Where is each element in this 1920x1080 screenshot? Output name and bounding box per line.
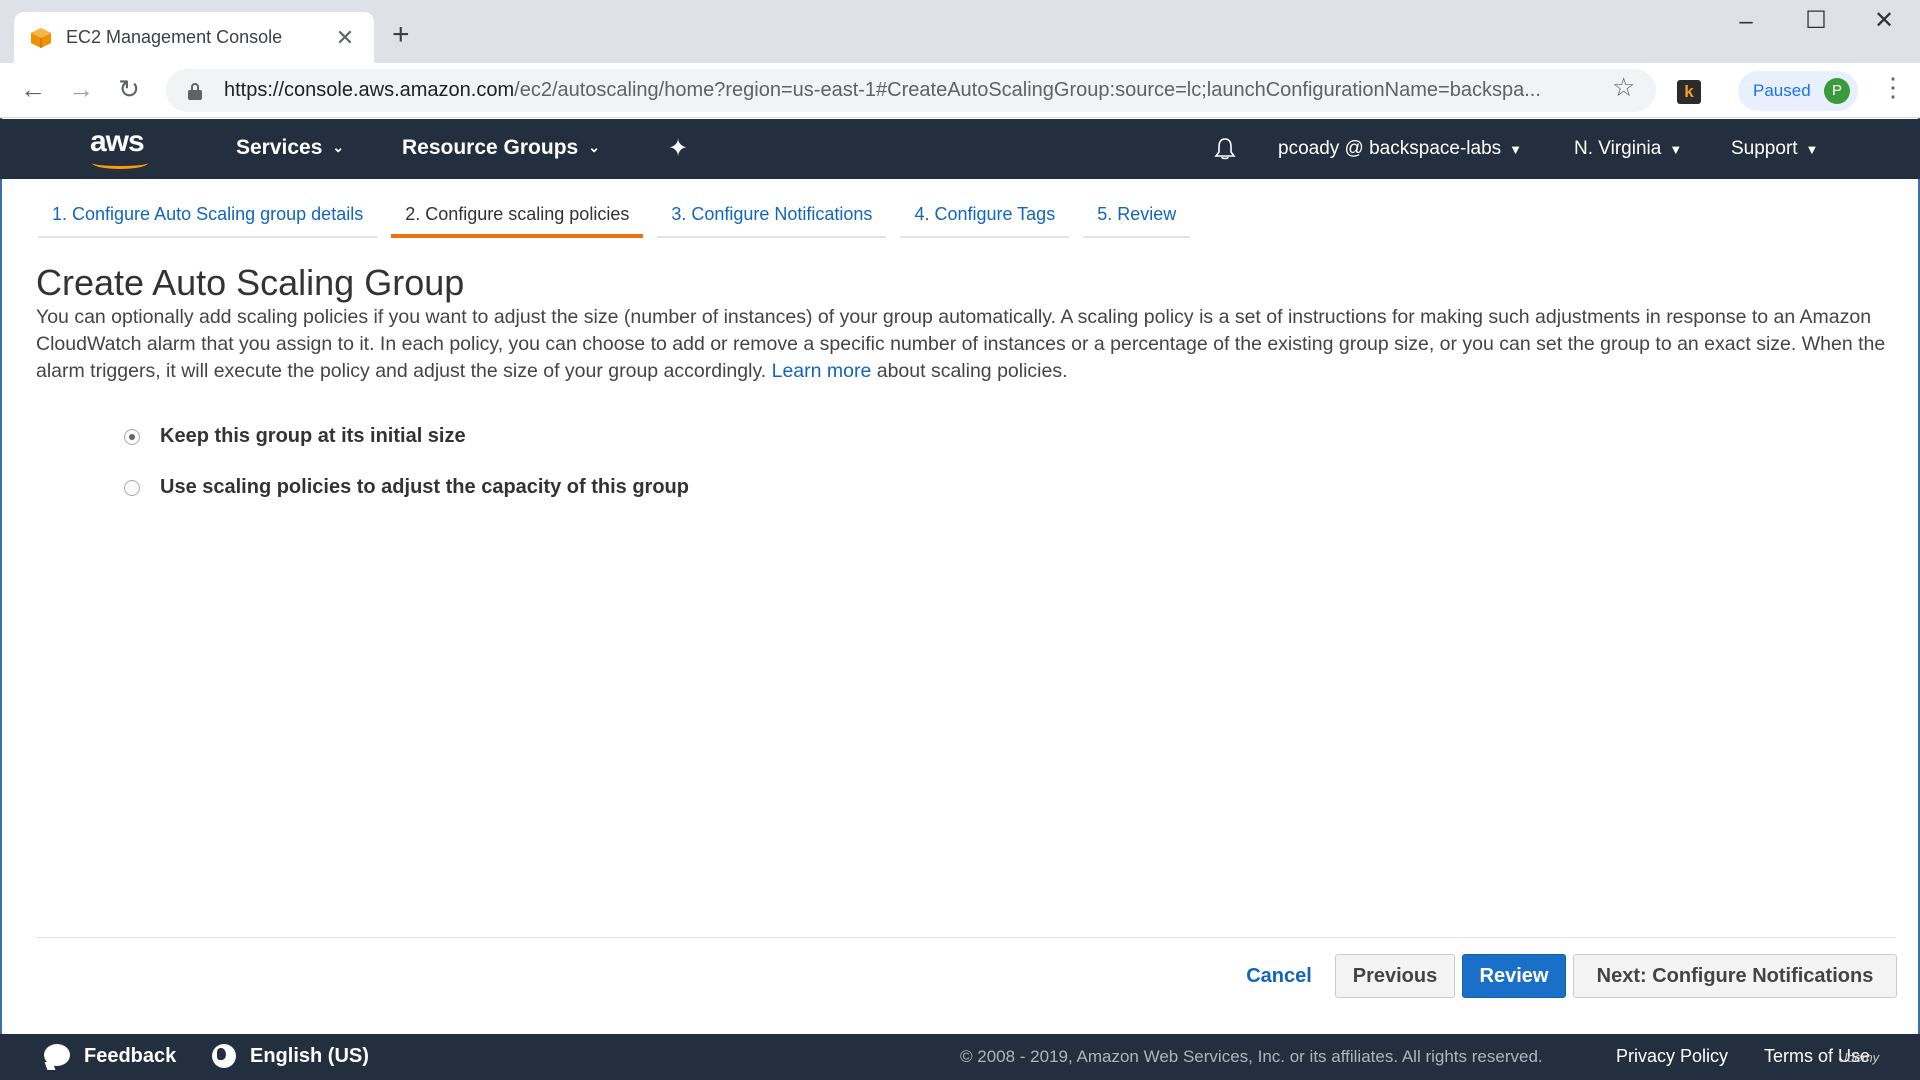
option-keep-initial-size[interactable]: Keep this group at its initial size (124, 425, 466, 448)
divider (36, 937, 1896, 938)
avatar: P (1824, 78, 1850, 104)
aws-top-nav: aws Services ⌄ Resource Groups ⌄ ✦ pcoady … (0, 119, 1920, 179)
radio-use-scaling-policies[interactable] (124, 479, 140, 496)
aws-smile-icon (92, 157, 148, 169)
radio-keep-initial-size[interactable] (124, 428, 140, 445)
close-window-icon[interactable]: ✕ (1864, 6, 1904, 35)
new-tab-icon[interactable]: + (392, 20, 410, 50)
lock-icon (188, 82, 202, 100)
chrome-menu-icon[interactable]: ⋮ (1880, 72, 1906, 103)
support-menu[interactable]: Support ▼ (1731, 138, 1818, 160)
reload-icon[interactable]: ↻ (112, 74, 146, 105)
chevron-down-icon: ▼ (1509, 142, 1523, 157)
address-bar[interactable]: https://console.aws.amazon.com/ec2/autos… (166, 69, 1656, 112)
page-title: Create Auto Scaling Group (36, 262, 465, 303)
udemy-watermark: Udemy (1838, 1050, 1880, 1065)
option-use-scaling-policies[interactable]: Use scaling policies to adjust the capac… (124, 476, 689, 499)
account-menu[interactable]: pcoady @ backspace-labs ▼ (1278, 138, 1522, 160)
option-label: Use scaling policies to adjust the capac… (160, 476, 689, 498)
services-menu[interactable]: Services ⌄ (236, 136, 344, 160)
aws-logo[interactable]: aws (90, 125, 154, 171)
tab-title: EC2 Management Console (66, 27, 283, 47)
url-text: https://console.aws.amazon.com/ec2/autos… (224, 79, 1541, 101)
minimize-icon[interactable]: – (1726, 8, 1766, 36)
profile-paused-button[interactable]: Paused P (1738, 71, 1858, 111)
back-arrow-icon[interactable]: ← (16, 74, 50, 105)
step-configure-tags[interactable]: 4. Configure Tags (900, 196, 1070, 238)
previous-button[interactable]: Previous (1335, 954, 1455, 998)
feedback-link[interactable]: Feedback (84, 1045, 176, 1068)
pin-icon[interactable]: ✦ (668, 134, 688, 163)
privacy-policy-link[interactable]: Privacy Policy (1616, 1046, 1728, 1067)
region-menu[interactable]: N. Virginia ▼ (1574, 138, 1682, 160)
aws-footer: Feedback English (US) © 2008 - 2019, Ama… (0, 1034, 1920, 1080)
wizard-steps: 1. Configure Auto Scaling group details … (38, 196, 1204, 238)
language-selector[interactable]: English (US) (250, 1045, 369, 1068)
copyright-text: © 2008 - 2019, Amazon Web Services, Inc.… (960, 1047, 1543, 1066)
aws-box-icon (31, 27, 51, 48)
option-label: Keep this group at its initial size (160, 425, 466, 447)
step-configure-notifications[interactable]: 3. Configure Notifications (657, 196, 887, 238)
paused-label: Paused (1753, 81, 1811, 100)
chevron-down-icon: ▼ (1805, 142, 1819, 157)
learn-more-link[interactable]: Learn more (772, 360, 872, 382)
resource-groups-menu[interactable]: Resource Groups ⌄ (402, 136, 600, 160)
extension-k-icon[interactable]: k (1677, 80, 1701, 104)
next-configure-notifications-button[interactable]: Next: Configure Notifications (1573, 954, 1897, 998)
review-button[interactable]: Review (1462, 954, 1566, 998)
globe-icon[interactable] (212, 1044, 236, 1068)
maximize-icon[interactable]: ☐ (1796, 6, 1836, 35)
browser-tab[interactable]: EC2 Management Console ✕ (14, 12, 374, 63)
forward-arrow-icon[interactable]: → (64, 74, 98, 105)
browser-toolbar: ← → ↻ https://console.aws.amazon.com/ec2… (0, 63, 1920, 118)
step-configure-scaling-policies[interactable]: 2. Configure scaling policies (391, 196, 644, 238)
browser-tab-strip: EC2 Management Console ✕ + – ☐ ✕ (0, 0, 1920, 63)
page-description: You can optionally add scaling policies … (36, 306, 1886, 382)
close-tab-icon[interactable]: ✕ (332, 25, 358, 51)
feedback-bubble-icon[interactable] (44, 1044, 70, 1066)
chevron-down-icon: ▼ (1669, 142, 1683, 157)
cancel-button[interactable]: Cancel (1236, 954, 1322, 998)
chevron-down-icon: ⌄ (588, 139, 600, 155)
step-configure-details[interactable]: 1. Configure Auto Scaling group details (38, 196, 378, 238)
step-review[interactable]: 5. Review (1083, 196, 1191, 238)
bell-icon[interactable] (1214, 137, 1236, 161)
chevron-down-icon: ⌄ (332, 139, 345, 155)
bookmark-star-icon[interactable]: ☆ (1612, 72, 1635, 103)
